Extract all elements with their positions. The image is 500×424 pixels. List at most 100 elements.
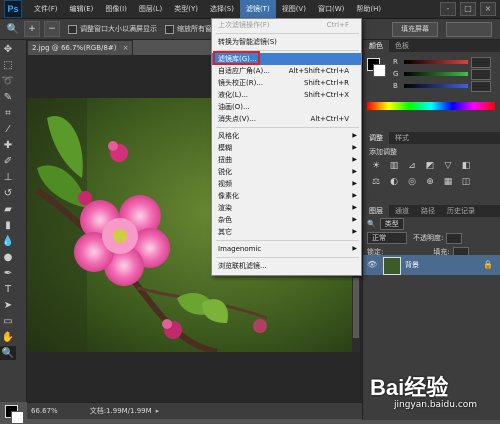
menu-type[interactable]: 类型(Y) <box>168 0 204 18</box>
filter-menu-item[interactable]: 液化(L)... Shift+Ctrl+X <box>212 89 361 101</box>
filter-menu-item[interactable]: 自适应广角(A)... Alt+Shift+Ctrl+A <box>212 65 361 77</box>
slider-b[interactable]: B <box>393 80 500 92</box>
filter-menu-item[interactable]: 转换为智能滤镜(S) <box>212 36 361 48</box>
filter-menu-item[interactable]: 镜头校正(R)... Shift+Ctrl+R <box>212 77 361 89</box>
exposure-icon[interactable]: ◩ <box>423 161 437 173</box>
hue-icon[interactable]: ◧ <box>459 161 473 173</box>
zoom-tool-icon[interactable]: 🔍 <box>0 346 16 360</box>
zoom-level[interactable]: 66.67% <box>31 403 58 419</box>
levels-icon[interactable]: ▥ <box>387 161 401 173</box>
scrollbar-thumb[interactable] <box>353 278 359 338</box>
zoom-in-icon[interactable]: + <box>24 21 40 37</box>
fill-screen-button[interactable]: 填充屏幕 <box>392 22 438 37</box>
tab-styles[interactable]: 样式 <box>389 132 415 144</box>
submenu-arrow-icon: ▶ <box>352 228 357 235</box>
hand-tool-icon[interactable]: ✋ <box>0 330 16 344</box>
layer-kind-select[interactable]: 类型 <box>379 218 404 230</box>
document-tab[interactable]: 2.jpg @ 66.7%(RGB/8#) × <box>27 40 133 55</box>
resize-windows-checkbox[interactable] <box>68 24 77 34</box>
marquee-tool-icon[interactable]: ⬚ <box>0 58 16 72</box>
eye-icon[interactable]: 👁 <box>367 260 377 269</box>
menu-select[interactable]: 选择(S) <box>204 0 240 18</box>
menu-layer[interactable]: 图层(L) <box>133 0 168 18</box>
background-color-swatch[interactable] <box>11 411 24 424</box>
zoom-all-checkbox[interactable] <box>165 24 174 34</box>
filter-menu-item[interactable]: 渲染 ▶ <box>212 202 361 214</box>
healing-tool-icon[interactable]: ✚ <box>0 138 16 152</box>
color-balance-icon[interactable]: ⚖ <box>369 177 383 189</box>
tab-swatches[interactable]: 色板 <box>389 40 415 52</box>
photoshop-logo-icon: Ps <box>4 0 22 18</box>
menu-image[interactable]: 图像(I) <box>99 0 133 18</box>
filter-menu-item[interactable]: 其它 ▶ <box>212 226 361 238</box>
photo-filter-icon[interactable]: ◎ <box>405 177 419 189</box>
curves-icon[interactable]: ⊿ <box>405 161 419 173</box>
filter-menu-item-label: 上次滤镜操作(F) <box>218 21 270 29</box>
tab-adjustments[interactable]: 调整 <box>363 132 389 144</box>
filter-menu-item[interactable]: 扭曲 ▶ <box>212 154 361 166</box>
filter-menu-item-label: 其它 <box>218 228 232 236</box>
history-brush-tool-icon[interactable]: ↺ <box>0 186 16 200</box>
opacity-input[interactable] <box>446 232 463 244</box>
lasso-tool-icon[interactable]: ➰ <box>0 74 16 88</box>
crop-tool-icon[interactable]: ⌗ <box>0 106 16 120</box>
filter-menu-item[interactable]: 杂色 ▶ <box>212 214 361 226</box>
workspace-button[interactable] <box>446 22 492 37</box>
invert-icon[interactable]: ◫ <box>459 177 473 189</box>
menu-view[interactable]: 视图(V) <box>276 0 312 18</box>
minimize-button[interactable]: - <box>440 2 456 16</box>
zoom-out-icon[interactable]: − <box>44 21 60 37</box>
color-lookup-icon[interactable]: ▦ <box>441 177 455 189</box>
layer-row-background[interactable]: 👁 背景 🔒 <box>363 255 500 275</box>
layers-panel-tabs: 图层 通道 路径 历史记录 <box>363 205 500 217</box>
vibrance-icon[interactable]: ▽ <box>441 161 455 173</box>
quick-select-tool-icon[interactable]: ✎ <box>0 90 16 104</box>
status-arrow-icon[interactable]: ▸ <box>156 403 160 419</box>
filter-menu-item[interactable]: 模糊 ▶ <box>212 142 361 154</box>
channel-mixer-icon[interactable]: ⊕ <box>423 177 437 189</box>
brush-tool-icon[interactable]: ✐ <box>0 154 16 168</box>
filter-menu-item[interactable]: 视频 ▶ <box>212 178 361 190</box>
gradient-tool-icon[interactable]: ▮ <box>0 218 16 232</box>
filter-menu-item[interactable]: Imagenomic ▶ <box>212 243 361 255</box>
filter-menu-item[interactable]: 消失点(V)... Alt+Ctrl+V <box>212 113 361 125</box>
baidu-watermark: Bai经验 jingyan.baidu.com <box>370 368 500 418</box>
color-ramp[interactable] <box>367 102 495 110</box>
close-tab-icon[interactable]: × <box>123 44 129 52</box>
move-tool-icon[interactable]: ✥ <box>0 42 16 56</box>
menu-file[interactable]: 文件(F) <box>28 0 64 18</box>
pen-tool-icon[interactable]: ✒ <box>0 266 16 280</box>
filter-menu-item[interactable]: 风格化 ▶ <box>212 130 361 142</box>
filter-menu-item[interactable]: 锐化 ▶ <box>212 166 361 178</box>
path-select-tool-icon[interactable]: ➤ <box>0 298 16 312</box>
filter-menu-item[interactable]: 像素化 ▶ <box>212 190 361 202</box>
filter-menu-item[interactable]: 浏览联机滤镜... <box>212 260 361 272</box>
dodge-tool-icon[interactable]: ● <box>0 250 16 264</box>
slider-g[interactable]: G <box>393 68 500 80</box>
tab-channels[interactable]: 通道 <box>389 205 415 217</box>
blend-mode-select[interactable]: 正常 <box>367 232 407 244</box>
filter-menu-item[interactable]: 油画(O)... <box>212 101 361 113</box>
tab-paths[interactable]: 路径 <box>415 205 441 217</box>
menu-edit[interactable]: 编辑(E) <box>64 0 100 18</box>
menu-separator <box>216 240 359 241</box>
brightness-icon[interactable]: ☀ <box>369 161 383 173</box>
stamp-tool-icon[interactable]: ⊥ <box>0 170 16 184</box>
slider-r[interactable]: R <box>393 56 500 68</box>
black-white-icon[interactable]: ◐ <box>387 177 401 189</box>
close-button[interactable]: × <box>480 2 496 16</box>
tab-history[interactable]: 历史记录 <box>441 205 481 217</box>
tab-color[interactable]: 颜色 <box>363 40 389 52</box>
menu-help[interactable]: 帮助(H) <box>350 0 387 18</box>
tab-layers[interactable]: 图层 <box>363 205 389 217</box>
maximize-button[interactable]: □ <box>460 2 476 16</box>
blur-tool-icon[interactable]: 💧 <box>0 234 16 248</box>
eraser-tool-icon[interactable]: ▰ <box>0 202 16 216</box>
type-tool-icon[interactable]: T <box>0 282 16 296</box>
menu-filter[interactable]: 滤镜(T) <box>239 0 276 18</box>
shape-tool-icon[interactable]: ▭ <box>0 314 16 328</box>
menu-window[interactable]: 窗口(W) <box>312 0 350 18</box>
color-background-swatch[interactable] <box>373 64 386 77</box>
filter-menu-item-shortcut: Shift+Ctrl+X <box>304 91 349 99</box>
eyedropper-tool-icon[interactable]: ⁄ <box>0 122 16 136</box>
